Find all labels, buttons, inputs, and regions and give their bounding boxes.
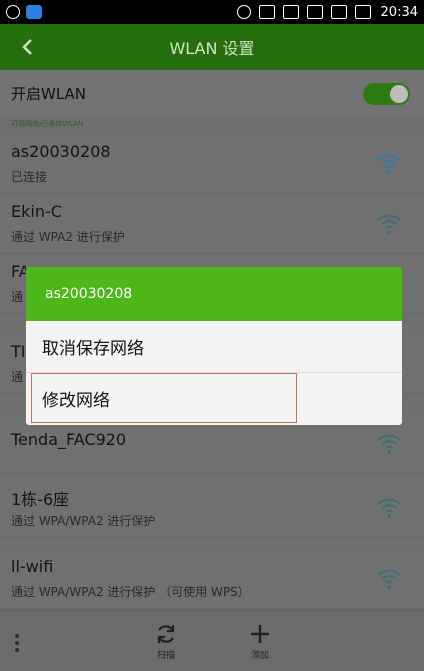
plus-icon: [251, 625, 269, 643]
modify-network-option[interactable]: 修改网络: [31, 373, 297, 423]
screenshot-icon: [6, 5, 20, 19]
add-network-button[interactable]: 添加: [240, 623, 280, 661]
status-bar: 20:34: [0, 0, 424, 24]
wifi-locked-icon: [377, 214, 401, 234]
dialog-title: as20030208: [26, 267, 402, 321]
wlan-toggle-label: 开启WLAN: [11, 84, 87, 103]
back-arrow-icon[interactable]: [18, 37, 38, 57]
bottom-action-bar: 扫描 添加: [0, 610, 424, 671]
network-name: ll-wifi: [11, 557, 54, 576]
network-name: Ekin-C: [11, 202, 62, 221]
scan-button[interactable]: 扫描: [146, 623, 186, 661]
network-name: Tenda_FAC920: [11, 430, 127, 449]
network-status: 通过 WPA2 进行保护: [11, 230, 125, 244]
signal-icon: [330, 5, 347, 19]
wifi-locked-icon: [377, 498, 401, 518]
sim-icon: [306, 5, 323, 19]
scan-label: 扫描: [156, 651, 175, 661]
network-item[interactable]: as20030208 已连接: [0, 134, 424, 194]
more-menu-icon[interactable]: [14, 633, 20, 653]
weather-app-icon: [26, 5, 42, 19]
network-item[interactable]: ll-wifi 通过 WPA/WPA2 进行保护 （可使用 WPS）: [0, 549, 424, 609]
network-item[interactable]: 1栋-6座 通过 WPA/WPA2 进行保护: [0, 478, 424, 538]
refresh-icon: [157, 625, 175, 643]
wifi-signal-icon: [377, 434, 401, 454]
title-bar: WLAN 设置: [0, 24, 424, 70]
section-label: 可用网络/已保存WLAN: [11, 120, 84, 128]
notification-icon: [258, 5, 275, 19]
network-status: 通: [11, 370, 24, 384]
page-title: WLAN 设置: [169, 39, 255, 58]
wlan-toggle-switch[interactable]: [363, 83, 410, 105]
network-status: 已连接: [11, 170, 48, 184]
network-status: 通: [11, 290, 24, 304]
network-options-dialog: as20030208 取消保存网络 修改网络: [26, 267, 402, 425]
battery-icon: [354, 5, 371, 19]
wifi-signal-icon: [377, 154, 401, 174]
network-status: 通过 WPA/WPA2 进行保护: [11, 514, 156, 528]
toggle-knob: [390, 85, 408, 103]
wifi-locked-icon: [377, 569, 401, 589]
alarm-icon: [236, 5, 251, 19]
wlan-toggle-row[interactable]: 开启WLAN: [0, 70, 424, 116]
network-item[interactable]: Ekin-C 通过 WPA2 进行保护: [0, 194, 424, 254]
forget-network-option[interactable]: 取消保存网络: [26, 321, 402, 373]
network-name: TI: [11, 342, 26, 361]
clock-time: 20:34: [380, 4, 418, 20]
network-status: 通过 WPA/WPA2 进行保护 （可使用 WPS）: [11, 585, 250, 599]
wifi-status-icon: [282, 5, 299, 19]
network-name: as20030208: [11, 142, 111, 161]
add-label: 添加: [250, 651, 269, 661]
network-name: 1栋-6座: [11, 490, 70, 509]
